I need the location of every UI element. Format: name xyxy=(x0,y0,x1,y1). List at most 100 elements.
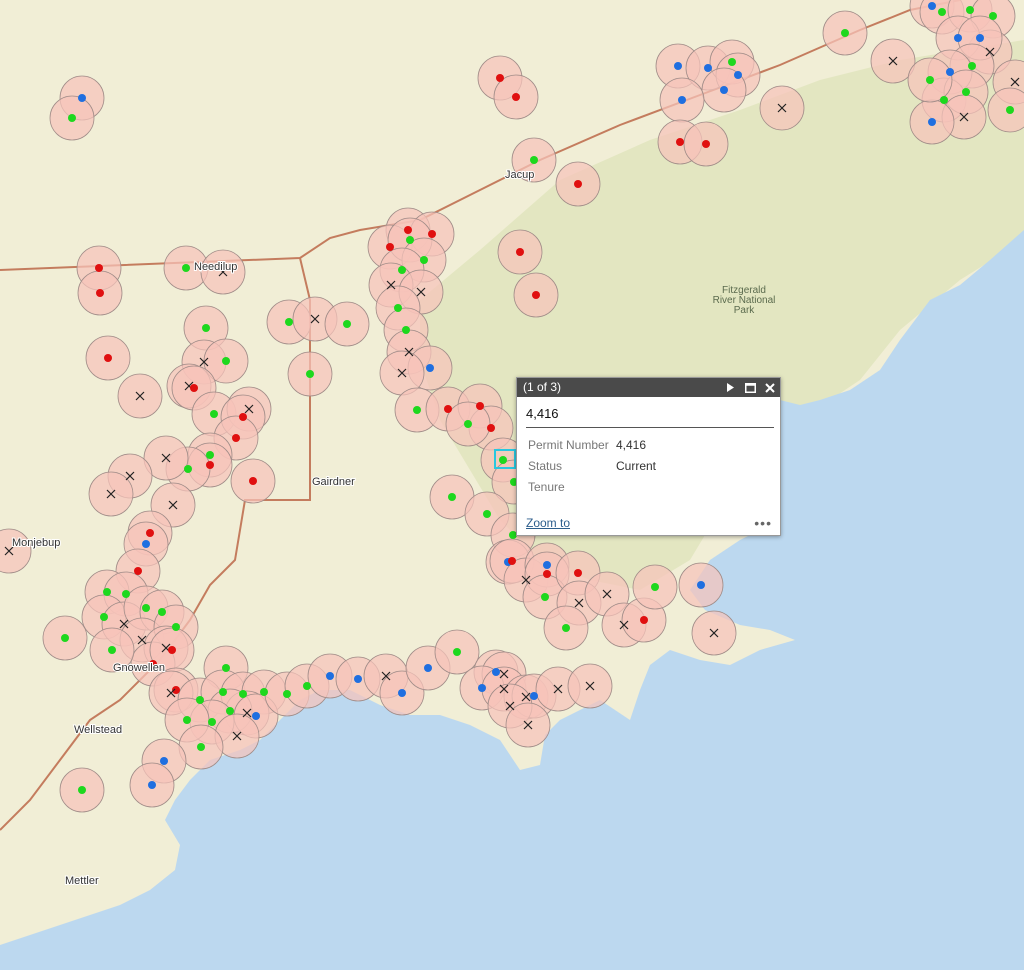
permit-point-green[interactable] xyxy=(182,264,190,272)
maximize-icon[interactable] xyxy=(744,378,756,397)
permit-point-green[interactable] xyxy=(989,12,997,20)
permit-point-blue[interactable] xyxy=(478,684,486,692)
permit-point-green[interactable] xyxy=(68,114,76,122)
permit-point-green[interactable] xyxy=(285,318,293,326)
map-canvas[interactable]: Jacup Needilup Gairdner Monjebup Gnowell… xyxy=(0,0,1024,970)
permit-point-red[interactable] xyxy=(640,616,648,624)
permit-point-green[interactable] xyxy=(966,6,974,14)
permit-point-green[interactable] xyxy=(184,465,192,473)
permit-point-green[interactable] xyxy=(406,236,414,244)
permit-point-blue[interactable] xyxy=(426,364,434,372)
permit-point-green[interactable] xyxy=(728,58,736,66)
permit-point-green[interactable] xyxy=(499,456,507,464)
permit-point-blue[interactable] xyxy=(530,692,538,700)
permit-point-blue[interactable] xyxy=(976,34,984,42)
permit-point-red[interactable] xyxy=(232,434,240,442)
permit-point-red[interactable] xyxy=(702,140,710,148)
permit-point-red[interactable] xyxy=(104,354,112,362)
permit-point-green[interactable] xyxy=(103,588,111,596)
permit-point-blue[interactable] xyxy=(946,68,954,76)
permit-point-blue[interactable] xyxy=(354,675,362,683)
permit-point-blue[interactable] xyxy=(734,71,742,79)
permit-point-green[interactable] xyxy=(968,62,976,70)
permit-point-green[interactable] xyxy=(562,624,570,632)
permit-point-green[interactable] xyxy=(208,718,216,726)
permit-point-blue[interactable] xyxy=(398,689,406,697)
permit-point-green[interactable] xyxy=(926,76,934,84)
permit-point-green[interactable] xyxy=(122,590,130,598)
permit-point-green[interactable] xyxy=(226,707,234,715)
permit-point-blue[interactable] xyxy=(326,672,334,680)
permit-point-red[interactable] xyxy=(239,413,247,421)
permit-point-green[interactable] xyxy=(210,410,218,418)
permit-point-red[interactable] xyxy=(134,567,142,575)
permit-point-green[interactable] xyxy=(938,8,946,16)
permit-point-red[interactable] xyxy=(496,74,504,82)
more-options-icon[interactable]: ••• xyxy=(754,515,772,531)
permit-point-green[interactable] xyxy=(394,304,402,312)
permit-point-green[interactable] xyxy=(183,716,191,724)
permit-point-red[interactable] xyxy=(476,402,484,410)
permit-point-green[interactable] xyxy=(222,664,230,672)
permit-point-red[interactable] xyxy=(96,289,104,297)
permit-point-blue[interactable] xyxy=(543,561,551,569)
permit-point-green[interactable] xyxy=(197,743,205,751)
permit-point-red[interactable] xyxy=(190,384,198,392)
permit-point-blue[interactable] xyxy=(678,96,686,104)
permit-point-green[interactable] xyxy=(651,583,659,591)
permit-point-green[interactable] xyxy=(100,613,108,621)
permit-point-blue[interactable] xyxy=(720,86,728,94)
permit-point-red[interactable] xyxy=(574,569,582,577)
close-icon[interactable] xyxy=(764,378,776,397)
permit-point-green[interactable] xyxy=(206,451,214,459)
permit-point-red[interactable] xyxy=(168,646,176,654)
permit-point-green[interactable] xyxy=(420,256,428,264)
permit-point-green[interactable] xyxy=(158,608,166,616)
permit-point-green[interactable] xyxy=(306,370,314,378)
permit-point-red[interactable] xyxy=(95,264,103,272)
permit-point-blue[interactable] xyxy=(492,668,500,676)
permit-point-green[interactable] xyxy=(541,593,549,601)
permit-point-green[interactable] xyxy=(448,493,456,501)
permit-point-red[interactable] xyxy=(543,570,551,578)
permit-point-red[interactable] xyxy=(428,230,436,238)
permit-point-green[interactable] xyxy=(464,420,472,428)
permit-point-red[interactable] xyxy=(206,461,214,469)
permit-point-red[interactable] xyxy=(487,424,495,432)
permit-point-red[interactable] xyxy=(386,243,394,251)
permit-point-blue[interactable] xyxy=(148,781,156,789)
permit-point-green[interactable] xyxy=(343,320,351,328)
permit-point-green[interactable] xyxy=(402,326,410,334)
permit-point-green[interactable] xyxy=(530,156,538,164)
permit-point-blue[interactable] xyxy=(424,664,432,672)
permit-point-blue[interactable] xyxy=(674,62,682,70)
permit-point-green[interactable] xyxy=(172,623,180,631)
permit-point-blue[interactable] xyxy=(704,64,712,72)
permit-point-blue[interactable] xyxy=(928,2,936,10)
permit-point-red[interactable] xyxy=(676,138,684,146)
next-arrow-icon[interactable] xyxy=(724,378,736,397)
zoom-to-link[interactable]: Zoom to xyxy=(526,516,570,530)
permit-point-green[interactable] xyxy=(413,406,421,414)
permit-point-red[interactable] xyxy=(404,226,412,234)
permit-point-blue[interactable] xyxy=(252,712,260,720)
permit-point-blue[interactable] xyxy=(954,34,962,42)
permit-point-green[interactable] xyxy=(303,682,311,690)
permit-point-green[interactable] xyxy=(142,604,150,612)
feature-popup[interactable]: (1 of 3) 4,416 Permit Number 4,416 Statu… xyxy=(516,377,781,536)
permit-point-green[interactable] xyxy=(841,29,849,37)
permit-point-green[interactable] xyxy=(108,646,116,654)
permit-point-green[interactable] xyxy=(260,688,268,696)
permit-point-blue[interactable] xyxy=(142,540,150,548)
permit-point-red[interactable] xyxy=(249,477,257,485)
permit-point-blue[interactable] xyxy=(160,757,168,765)
permit-point-green[interactable] xyxy=(962,88,970,96)
permit-point-red[interactable] xyxy=(146,529,154,537)
permit-point-blue[interactable] xyxy=(697,581,705,589)
permit-point-red[interactable] xyxy=(574,180,582,188)
permit-point-red[interactable] xyxy=(444,405,452,413)
permit-point-green[interactable] xyxy=(222,357,230,365)
permit-point-green[interactable] xyxy=(202,324,210,332)
permit-point-red[interactable] xyxy=(516,248,524,256)
permit-point-green[interactable] xyxy=(196,696,204,704)
